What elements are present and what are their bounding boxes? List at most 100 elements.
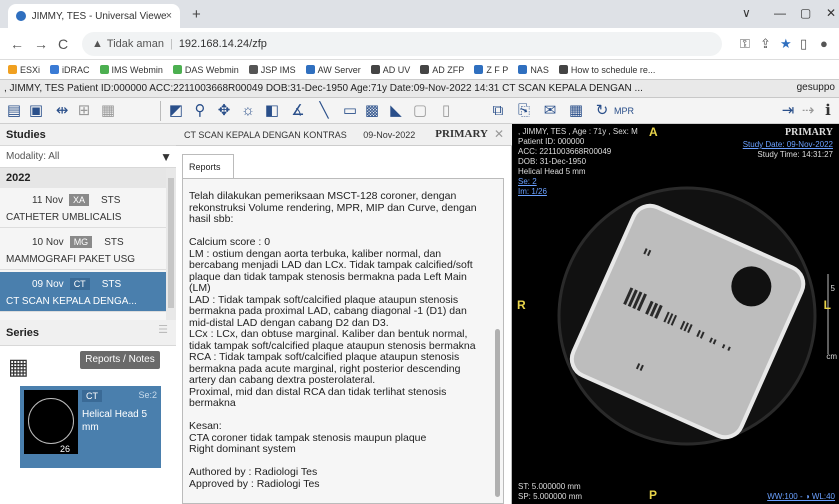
tab-reports[interactable]: Reports	[182, 154, 234, 178]
browser-tab[interactable]: JIMMY, TES - Universal Viewer : ×	[8, 4, 180, 28]
back-button[interactable]: ←	[10, 36, 24, 52]
calendar-icon[interactable]: ▦	[566, 101, 586, 121]
study-date: 11 Nov	[32, 194, 63, 206]
bookmark-label: JSP IMS	[260, 64, 296, 75]
ov-window-level[interactable]: WW:100 - ◑ WL:40	[767, 492, 835, 502]
reports-notes-button[interactable]: Reports / Notes	[80, 351, 160, 369]
bookmark-item[interactable]: AW Server	[305, 65, 361, 75]
series-modality: CT	[82, 390, 102, 402]
image-viewport[interactable]: , JIMMY, TES , Age : 71y , Sex: M Patien…	[512, 124, 839, 504]
bookmark-item[interactable]: AD UV	[370, 64, 411, 75]
minimize-button[interactable]: —	[774, 6, 786, 20]
grid-icon[interactable]: ⊞	[74, 101, 94, 121]
bookmark-item[interactable]: JSP IMS	[248, 64, 296, 75]
studies-header: Studies	[0, 124, 176, 146]
ov-series-link[interactable]: Se: 2	[518, 177, 537, 187]
collapse-icon[interactable]: ☰	[158, 323, 168, 336]
ov-image-link[interactable]: Im: 1/26	[518, 187, 547, 197]
window-level-icon[interactable]: ☼	[238, 101, 258, 121]
sync-icon[interactable]: ⇹	[52, 101, 72, 121]
report-scrollbar[interactable]	[495, 329, 500, 497]
key-icon[interactable]: ⚿	[740, 36, 750, 52]
close-icon[interactable]: ✕	[494, 127, 504, 141]
sidebar-icon[interactable]: ▯	[800, 36, 807, 52]
invert-icon[interactable]: ◧	[262, 101, 282, 121]
bookmark-icon	[474, 65, 484, 74]
security-label: Tidak aman	[106, 38, 164, 50]
report-study-title: CT SCAN KEPALA DENGAN KONTRAS	[184, 130, 347, 140]
zoom-icon[interactable]: ⚲	[190, 101, 210, 121]
study-line: 09 Nov CT STS	[32, 278, 121, 290]
modality-filter[interactable]: Modality: All ▼	[0, 146, 176, 168]
ct-image	[557, 186, 829, 446]
copy-icon[interactable]: ⧉	[488, 101, 508, 121]
measure-angle-icon[interactable]: ∡	[288, 101, 308, 121]
thumb-count: 26	[60, 444, 71, 454]
move-icon[interactable]: ✥	[214, 101, 234, 121]
star-icon[interactable]: ★	[780, 36, 792, 52]
series-card[interactable]: 26 CT Se:2 Helical Head 5 mm	[20, 386, 161, 468]
stack-icon[interactable]: ▭	[340, 101, 360, 121]
3d-icon[interactable]: ◣	[386, 101, 406, 121]
ov-patient-id: Patient ID: 000000	[518, 137, 585, 146]
bookmark-label: Z F P	[486, 64, 509, 75]
annotation-icon[interactable]: ▢	[410, 101, 430, 121]
study-item[interactable]: 10 Nov MG STS MAMMOGRAFI PAKET USG	[0, 230, 166, 270]
bookmark-item[interactable]: How to schedule re...	[558, 65, 655, 75]
orient-left: R	[517, 298, 526, 312]
layout-icon[interactable]: ▣	[26, 101, 46, 121]
close-window-button[interactable]: ✕	[826, 6, 836, 20]
link-icon[interactable]: ⇢	[798, 101, 818, 121]
scroll-thumb[interactable]	[168, 178, 174, 308]
orient-bottom: P	[649, 488, 658, 502]
study-list-icon[interactable]: ▤	[4, 101, 24, 121]
bookmark-item[interactable]: iDRAC	[50, 65, 90, 75]
study-item[interactable]: 09 Nov CT STS CT SCAN KEPALA DENGA...	[0, 272, 166, 312]
bookmark-item[interactable]: DAS Webmin	[172, 65, 239, 75]
study-status: STS	[104, 236, 124, 248]
bookmark-item[interactable]: ESXi	[8, 65, 40, 75]
filter-icon[interactable]: ▼	[160, 150, 172, 164]
mpr-3d-icon[interactable]: MPR	[614, 101, 634, 121]
rotate-icon[interactable]: ↻	[592, 101, 612, 121]
url-separator: |	[169, 38, 173, 50]
mail-icon[interactable]: ✉	[540, 101, 560, 121]
bookmark-label: ESXi	[20, 64, 41, 75]
user-label[interactable]: gesuppo	[797, 82, 835, 93]
year-group[interactable]: 2022	[0, 168, 166, 188]
bookmark-item[interactable]: AD ZFP	[420, 65, 464, 75]
profile-icon[interactable]: ●	[820, 36, 828, 51]
cine-icon[interactable]: ▩	[362, 101, 382, 121]
study-description: CATHETER UMBLICALIS	[6, 212, 122, 223]
info-icon[interactable]: ℹ	[818, 101, 838, 121]
study-list-scrollbar[interactable]	[166, 168, 176, 320]
forward-button[interactable]: →	[34, 36, 48, 52]
tab-close-icon[interactable]: ×	[166, 10, 172, 22]
url-input[interactable]: ▲ Tidak aman | 192.168.14.24/zfp	[82, 32, 722, 56]
new-tab-button[interactable]: +	[192, 6, 201, 23]
reload-button[interactable]: C	[58, 36, 68, 52]
pan-zoom-icon[interactable]: ◩	[166, 101, 186, 121]
reset-icon[interactable]: ▯	[436, 101, 456, 121]
tab-search-icon[interactable]: ∨	[742, 6, 751, 20]
bookmark-label: AD UV	[382, 64, 411, 75]
export-icon[interactable]: ⎘	[514, 101, 534, 121]
share-icon[interactable]: ⇪	[760, 36, 771, 52]
warning-icon: ▲	[92, 38, 103, 50]
series-title: Series	[6, 327, 40, 339]
series-layout-icon[interactable]: ▦	[98, 101, 118, 121]
ov-patient: , JIMMY, TES , Age : 71y , Sex: M	[518, 127, 638, 136]
study-item[interactable]: 11 Nov XA STS CATHETER UMBLICALIS	[0, 188, 166, 228]
restore-button[interactable]: ▢	[800, 6, 811, 20]
orient-top: A	[649, 125, 658, 139]
ov-study-date[interactable]: Study Date: 09-Nov-2022	[743, 140, 833, 150]
logout-icon[interactable]: ⇥	[778, 101, 798, 121]
line-icon[interactable]: ╲	[314, 101, 334, 121]
primary-badge: PRIMARY	[435, 128, 488, 140]
bookmark-item[interactable]: NAS	[518, 65, 549, 75]
bookmark-item[interactable]: IMS Webmin	[99, 65, 163, 75]
bookmark-icon	[99, 65, 109, 74]
bookmark-item[interactable]: Z F P	[474, 65, 508, 75]
patient-info-bar: , JIMMY, TES Patient ID:000000 ACC:22110…	[0, 80, 839, 98]
address-bar-row: ← → C ▲ Tidak aman | 192.168.14.24/zfp ⚿…	[0, 28, 839, 60]
